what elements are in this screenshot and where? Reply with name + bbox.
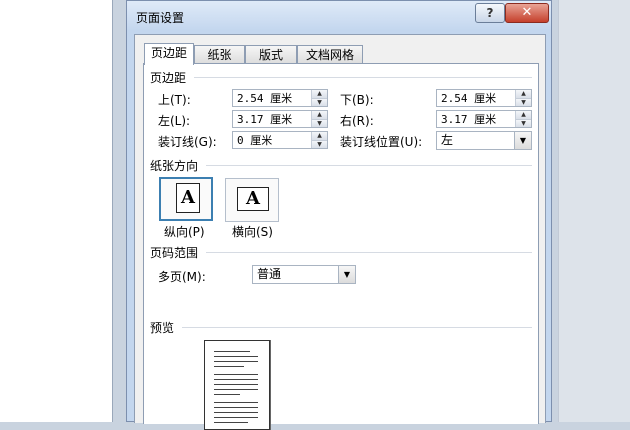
orientation-separator bbox=[206, 165, 532, 166]
gutter-position-value: 左 bbox=[441, 133, 454, 147]
dialog-body: 页边距 纸张 版式 文档网格 页边距 上(T): 2.54 厘米 ▲ ▼ 下(B)… bbox=[134, 34, 546, 430]
preview-line bbox=[214, 394, 240, 395]
top-margin-spinner[interactable]: 2.54 厘米 ▲ ▼ bbox=[232, 89, 328, 107]
margins-separator bbox=[194, 77, 532, 78]
top-margin-label: 上(T): bbox=[158, 93, 191, 107]
spin-up-icon[interactable]: ▲ bbox=[516, 90, 531, 98]
spin-up-icon[interactable]: ▲ bbox=[312, 90, 327, 98]
dialog-titlebar: 页面设置 ? ✕ bbox=[127, 1, 551, 31]
left-margin-spinner[interactable]: 3.17 厘米 ▲ ▼ bbox=[232, 110, 328, 128]
margins-section-title: 页边距 bbox=[150, 71, 187, 85]
gutter-position-label: 装订线位置(U): bbox=[340, 135, 423, 149]
preview-line bbox=[214, 402, 258, 403]
page-setup-dialog: 页面设置 ? ✕ 页边距 纸张 版式 文档网格 页边距 上(T): 2.54 厘… bbox=[126, 0, 552, 430]
chevron-down-icon[interactable]: ▼ bbox=[514, 132, 531, 149]
bottom-margin-value: 2.54 厘米 bbox=[441, 92, 497, 105]
left-margin-label: 左(L): bbox=[158, 114, 191, 128]
spin-up-icon[interactable]: ▲ bbox=[312, 132, 327, 140]
document-background bbox=[113, 0, 127, 422]
spin-down-icon[interactable]: ▼ bbox=[516, 119, 531, 127]
bottom-margin-label: 下(B): bbox=[340, 93, 374, 107]
portrait-label: 纵向(P) bbox=[164, 225, 205, 239]
background-scrollbar bbox=[558, 0, 630, 422]
dialog-title: 页面设置 bbox=[136, 11, 185, 25]
chevron-down-icon[interactable]: ▼ bbox=[338, 266, 355, 283]
preview-line bbox=[214, 389, 258, 390]
right-margin-label: 右(R): bbox=[340, 114, 374, 128]
help-button[interactable]: ? bbox=[475, 3, 505, 23]
preview-line bbox=[214, 366, 244, 367]
landscape-button[interactable]: A bbox=[225, 178, 279, 222]
pages-section-title: 页码范围 bbox=[150, 246, 199, 260]
spin-down-icon[interactable]: ▼ bbox=[312, 98, 327, 106]
gutter-spinner[interactable]: 0 厘米 ▲ ▼ bbox=[232, 131, 328, 149]
spin-up-icon[interactable]: ▲ bbox=[516, 111, 531, 119]
preview-line bbox=[214, 412, 258, 413]
tab-paper[interactable]: 纸张 bbox=[194, 45, 245, 64]
preview-line bbox=[214, 384, 258, 385]
tab-margins[interactable]: 页边距 bbox=[144, 43, 194, 65]
left-margin-value: 3.17 厘米 bbox=[237, 113, 293, 126]
preview-separator bbox=[182, 327, 532, 328]
spin-down-icon[interactable]: ▼ bbox=[312, 119, 327, 127]
preview-line bbox=[214, 417, 258, 418]
preview-line bbox=[214, 374, 258, 375]
tab-layout[interactable]: 版式 bbox=[245, 45, 297, 64]
pages-separator bbox=[206, 252, 532, 253]
gutter-position-select[interactable]: 左 ▼ bbox=[436, 131, 532, 150]
preview-line bbox=[214, 407, 258, 408]
spin-down-icon[interactable]: ▼ bbox=[312, 140, 327, 148]
top-margin-value: 2.54 厘米 bbox=[237, 92, 293, 105]
preview-line bbox=[214, 379, 258, 380]
margins-panel: 页边距 上(T): 2.54 厘米 ▲ ▼ 下(B): 2.54 厘米 ▲ ▼ 左(… bbox=[143, 63, 539, 430]
preview-line bbox=[214, 356, 258, 357]
gutter-value: 0 厘米 bbox=[237, 134, 273, 147]
landscape-label: 横向(S) bbox=[232, 225, 273, 239]
gutter-label: 装订线(G): bbox=[158, 135, 217, 149]
close-icon: ✕ bbox=[521, 5, 533, 20]
right-margin-value: 3.17 厘米 bbox=[441, 113, 497, 126]
multiple-pages-select[interactable]: 普通 ▼ bbox=[252, 265, 356, 284]
bottom-margin-spinner[interactable]: 2.54 厘米 ▲ ▼ bbox=[436, 89, 532, 107]
preview-section-title: 预览 bbox=[150, 321, 175, 335]
preview-line bbox=[214, 351, 250, 352]
page-preview bbox=[204, 340, 270, 430]
preview-line bbox=[214, 422, 248, 423]
portrait-button[interactable]: A bbox=[159, 177, 213, 221]
document-page bbox=[0, 0, 113, 422]
tab-document-grid[interactable]: 文档网格 bbox=[297, 45, 363, 64]
landscape-page-icon: A bbox=[237, 187, 269, 211]
right-margin-spinner[interactable]: 3.17 厘米 ▲ ▼ bbox=[436, 110, 532, 128]
multiple-pages-value: 普通 bbox=[257, 267, 282, 281]
portrait-page-icon: A bbox=[176, 183, 200, 213]
multiple-pages-label: 多页(M): bbox=[158, 270, 206, 284]
orientation-section-title: 纸张方向 bbox=[150, 159, 199, 173]
spin-down-icon[interactable]: ▼ bbox=[516, 98, 531, 106]
spin-up-icon[interactable]: ▲ bbox=[312, 111, 327, 119]
preview-line bbox=[214, 361, 258, 362]
close-button[interactable]: ✕ bbox=[505, 3, 549, 23]
